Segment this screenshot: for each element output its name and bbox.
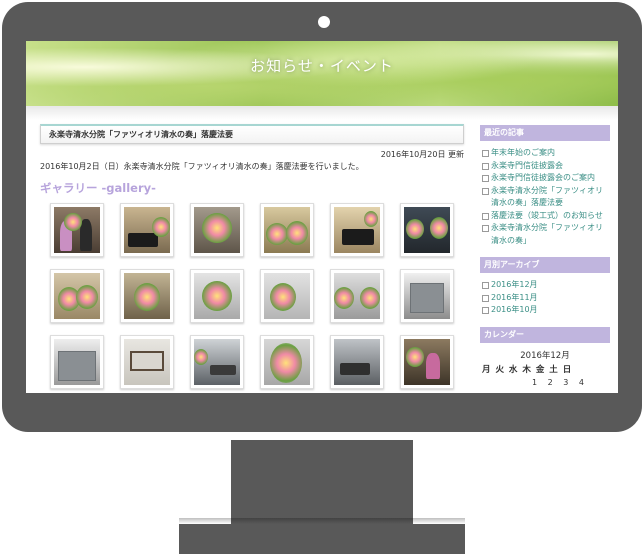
header-banner: お知らせ・イベント <box>26 41 618 106</box>
calendar-days: 1 2 3 4 <box>532 377 588 387</box>
recent-post-link[interactable]: 落慶法要（竣工式）のお知らせ <box>482 210 610 223</box>
recent-post-link[interactable]: 永楽寺清水分院「ファツィオリ清水の奏」落慶法要 <box>482 185 610 210</box>
archive-heading: 月別アーカイブ <box>480 257 610 273</box>
archive-link[interactable]: 2016年12月 <box>482 279 610 292</box>
gallery-heading: ギャラリー -gallery- <box>40 181 156 195</box>
archive-link[interactable]: 2016年10月 <box>482 304 610 317</box>
gallery-thumbnail[interactable] <box>50 269 104 323</box>
gallery-thumbnail[interactable] <box>120 335 174 389</box>
recent-post-link[interactable]: 永楽寺清水分院「ファツィオリ清水の奏」 <box>482 222 610 247</box>
banner-divider <box>26 106 618 120</box>
browser-screen: お知らせ・イベント 永楽寺清水分院「ファツィオリ清水の奏」落慶法要 2016年1… <box>26 41 618 393</box>
photo-gallery <box>50 203 460 389</box>
main-content: 永楽寺清水分院「ファツィオリ清水の奏」落慶法要 2016年10月20日 更新 2… <box>40 124 468 196</box>
gallery-thumbnail[interactable] <box>50 203 104 257</box>
sidebar: 最近の記事 年末年始のご案内 永楽寺門信徒披露会 永楽寺門信徒披露会のご案内 永… <box>480 125 610 387</box>
recent-post-link[interactable]: 永楽寺門信徒披露会 <box>482 160 610 173</box>
post-title[interactable]: 永楽寺清水分院「ファツィオリ清水の奏」落慶法要 <box>40 124 464 144</box>
gallery-thumbnail[interactable] <box>260 269 314 323</box>
monitor-base <box>179 518 465 554</box>
calendar-weekdays: 月 火 水 木 金 土 日 <box>482 364 573 375</box>
page-title: お知らせ・イベント <box>250 57 394 75</box>
post-body: 2016年10月2日（日）永楽寺清水分院「ファツィオリ清水の奏」落慶法要を行いま… <box>40 162 364 171</box>
archive-link[interactable]: 2016年11月 <box>482 292 610 305</box>
calendar-month: 2016年12月 <box>520 350 570 361</box>
gallery-thumbnail[interactable] <box>260 335 314 389</box>
gallery-thumbnail[interactable] <box>120 269 174 323</box>
gallery-thumbnail[interactable] <box>400 203 454 257</box>
gallery-thumbnail[interactable] <box>330 335 384 389</box>
gallery-thumbnail[interactable] <box>330 203 384 257</box>
gallery-thumbnail[interactable] <box>190 203 244 257</box>
monitor-stand <box>231 440 413 524</box>
recent-post-link[interactable]: 年末年始のご案内 <box>482 147 610 160</box>
archive-list: 2016年12月 2016年11月 2016年10月 <box>480 273 610 327</box>
gallery-thumbnail[interactable] <box>50 335 104 389</box>
gallery-thumbnail[interactable] <box>260 203 314 257</box>
gallery-thumbnail[interactable] <box>400 269 454 323</box>
recent-post-link[interactable]: 永楽寺門信徒披露会のご案内 <box>482 172 610 185</box>
gallery-thumbnail[interactable] <box>330 269 384 323</box>
calendar-heading: カレンダー <box>480 326 610 343</box>
gallery-thumbnail[interactable] <box>400 335 454 389</box>
gallery-thumbnail[interactable] <box>190 335 244 389</box>
gallery-thumbnail[interactable] <box>120 203 174 257</box>
recent-posts-heading: 最近の記事 <box>480 125 610 141</box>
gallery-thumbnail[interactable] <box>190 269 244 323</box>
camera-icon <box>318 16 330 28</box>
recent-posts-list: 年末年始のご案内 永楽寺門信徒披露会 永楽寺門信徒披露会のご案内 永楽寺清水分院… <box>480 141 610 257</box>
post-date: 2016年10月20日 更新 <box>380 150 464 159</box>
